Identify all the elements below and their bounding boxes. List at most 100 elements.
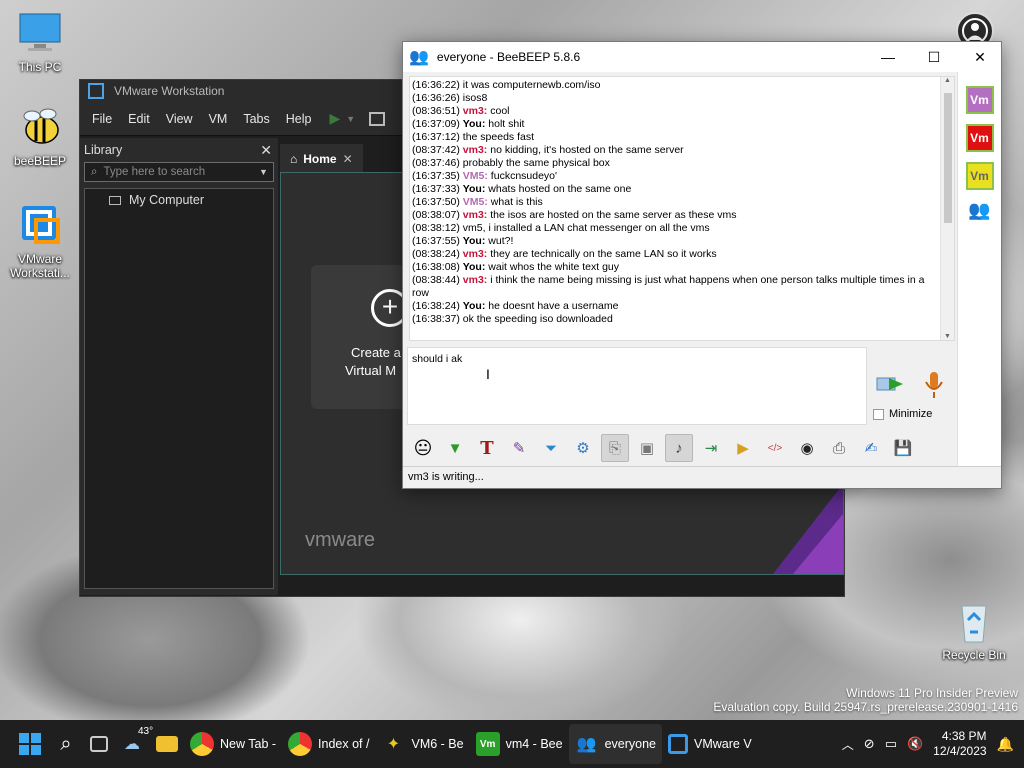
gear-icon[interactable]: ⚙ — [569, 434, 597, 462]
message-author[interactable]: vm3: — [463, 248, 488, 260]
library-panel: Library ✕ ⌕ Type here to search ▼ My Com… — [80, 138, 278, 595]
close-icon[interactable]: ✕ — [343, 152, 353, 166]
message-timestamp: (16:38:24) — [412, 300, 463, 312]
music-note-icon[interactable]: ♪ — [665, 434, 693, 462]
users-sidebar: Vm Vm Vm 👥 — [957, 72, 1001, 472]
task-view-button[interactable] — [84, 724, 114, 764]
message-text: it was computernewb.com/iso — [462, 79, 601, 91]
scroll-thumb[interactable] — [944, 93, 952, 223]
taskbar-item-everyone[interactable]: 👥 everyone — [568, 724, 662, 764]
message-timestamp: (16:37:33) — [412, 183, 463, 195]
message-text: probably the same physical box — [462, 157, 610, 169]
bell-icon[interactable]: 🔔 — [997, 736, 1014, 753]
create-label: Create a — [351, 345, 401, 360]
download-icon[interactable]: ▼ — [441, 434, 469, 462]
group-icon[interactable]: 👥 — [958, 200, 1001, 221]
menu-edit[interactable]: Edit — [120, 112, 158, 126]
system-tray: ︿ ⊘ ▭ 🔇 4:38 PM 12/4/2023 🔔 — [842, 720, 1024, 768]
message-timestamp: (16:36:26) — [412, 92, 463, 104]
clock[interactable]: 4:38 PM 12/4/2023 — [933, 729, 986, 759]
monitor-icon[interactable]: ▭ — [885, 736, 897, 752]
volume-muted-icon[interactable]: 🔇 — [907, 736, 923, 752]
tab-home[interactable]: ⌂ Home ✕ — [280, 144, 363, 172]
chat-message: (08:37:42) vm3: no kidding, it's hosted … — [412, 144, 940, 157]
filter-icon[interactable]: ⏷ — [537, 434, 565, 462]
taskbar: ⌕ ☁ 43° New Tab - Index of / ✦ VM6 - Be … — [0, 720, 1024, 768]
emoticon-icon[interactable]: 😐 — [409, 434, 437, 462]
notepad-icon[interactable]: ✍ — [857, 434, 885, 462]
user-badge-vm[interactable]: Vm — [965, 162, 994, 190]
menu-tabs[interactable]: Tabs — [235, 112, 277, 126]
message-author[interactable]: You: — [463, 235, 486, 247]
desktop-icon-this-pc[interactable]: This PC — [2, 10, 78, 74]
message-author[interactable]: vm3: — [463, 209, 488, 221]
message-author[interactable]: vm3: — [463, 144, 488, 156]
network-off-icon[interactable]: ⊘ — [864, 736, 875, 752]
taskbar-item-chrome-1[interactable]: New Tab - — [184, 724, 282, 764]
microphone-button[interactable] — [923, 370, 945, 400]
close-icon[interactable]: ✕ — [260, 142, 272, 159]
chevron-down-icon[interactable]: ▼ — [259, 167, 273, 177]
user-badge-vm[interactable]: Vm — [965, 86, 994, 114]
message-author[interactable]: VM5: — [463, 196, 488, 208]
start-button[interactable] — [12, 724, 48, 764]
chat-message: (08:38:44) vm3: i think the name being m… — [412, 274, 940, 300]
text-box-icon[interactable]: ▣ — [633, 434, 661, 462]
minimize-checkbox[interactable]: Minimize — [873, 408, 932, 420]
message-author[interactable]: You: — [463, 118, 486, 130]
save-icon[interactable]: 💾 — [889, 434, 917, 462]
chat-message: (16:38:37) ok the speeding iso downloade… — [412, 313, 940, 326]
message-author[interactable]: You: — [463, 183, 486, 195]
palette-icon[interactable]: ✎ — [505, 434, 533, 462]
send-button[interactable] — [875, 372, 905, 396]
library-search-input[interactable]: ⌕ Type here to search ▼ — [84, 162, 274, 182]
chevron-down-icon[interactable]: ▼ — [346, 114, 355, 124]
message-author[interactable]: You: — [463, 300, 486, 312]
printer-icon[interactable]: ⎙ — [825, 434, 853, 462]
scroll-down-icon[interactable]: ▼ — [941, 333, 954, 340]
tree-item-my-computer[interactable]: My Computer — [85, 189, 273, 207]
snapshot-icon[interactable] — [369, 111, 386, 126]
chat-message: (08:36:51) vm3: cool — [412, 105, 940, 118]
menu-view[interactable]: View — [158, 112, 201, 126]
menu-help[interactable]: Help — [278, 112, 320, 126]
taskbar-item-vmware[interactable]: VMware V — [662, 724, 758, 764]
menu-file[interactable]: File — [84, 112, 120, 126]
desktop-icon-beebeep[interactable]: beeBEEP — [2, 104, 78, 168]
scroll-up-icon[interactable]: ▲ — [941, 77, 954, 84]
taskbar-item-vm4[interactable]: Vm vm4 - Bee — [470, 724, 569, 764]
chat-message: (08:38:07) vm3: the isos are hosted on t… — [412, 209, 940, 222]
weather-widget[interactable]: ☁ 43° — [114, 724, 153, 764]
search-button[interactable]: ⌕ — [48, 724, 84, 764]
message-timestamp: (16:37:35) — [412, 170, 463, 182]
minimize-button[interactable]: — — [865, 42, 911, 72]
file-send-icon[interactable]: ⇥ — [697, 434, 725, 462]
taskbar-item-vm6[interactable]: ✦ VM6 - Be — [375, 724, 469, 764]
message-author[interactable]: vm3: — [463, 274, 488, 286]
beebeep-titlebar[interactable]: 👥 everyone - BeeBEEP 5.8.6 — ☐ ✕ — [403, 42, 1001, 72]
message-timestamp: (16:37:09) — [412, 118, 463, 130]
message-author[interactable]: vm3: — [463, 105, 488, 117]
camera-icon[interactable]: ◉ — [793, 434, 821, 462]
message-input[interactable]: should i ak — [407, 347, 867, 425]
desktop-icon-recycle-bin[interactable]: Recycle Bin — [936, 598, 1012, 662]
user-badge-vm[interactable]: Vm — [965, 124, 994, 152]
message-author[interactable]: VM5: — [463, 170, 488, 182]
chat-scrollbar[interactable]: ▲ ▼ — [940, 77, 954, 340]
close-button[interactable]: ✕ — [957, 42, 1003, 72]
message-author[interactable]: You: — [463, 261, 486, 273]
library-tree: My Computer — [84, 188, 274, 589]
taskbar-item-label: New Tab - — [220, 737, 277, 751]
menu-vm[interactable]: VM — [201, 112, 236, 126]
taskbar-item-chrome-2[interactable]: Index of / — [282, 724, 375, 764]
code-icon[interactable]: </> — [761, 434, 789, 462]
folder-share-icon[interactable]: ▶ — [729, 434, 757, 462]
font-icon[interactable]: T — [473, 434, 501, 462]
file-explorer-button[interactable] — [150, 724, 184, 764]
maximize-button[interactable]: ☐ — [911, 42, 957, 72]
inbox-icon[interactable]: ⎘ — [601, 434, 629, 462]
chevron-up-icon[interactable]: ︿ — [842, 736, 854, 753]
message-timestamp: (08:38:44) — [412, 274, 463, 286]
play-icon[interactable]: ▶ — [329, 110, 340, 127]
desktop-icon-vmware[interactable]: VMware Workstati... — [2, 202, 78, 280]
